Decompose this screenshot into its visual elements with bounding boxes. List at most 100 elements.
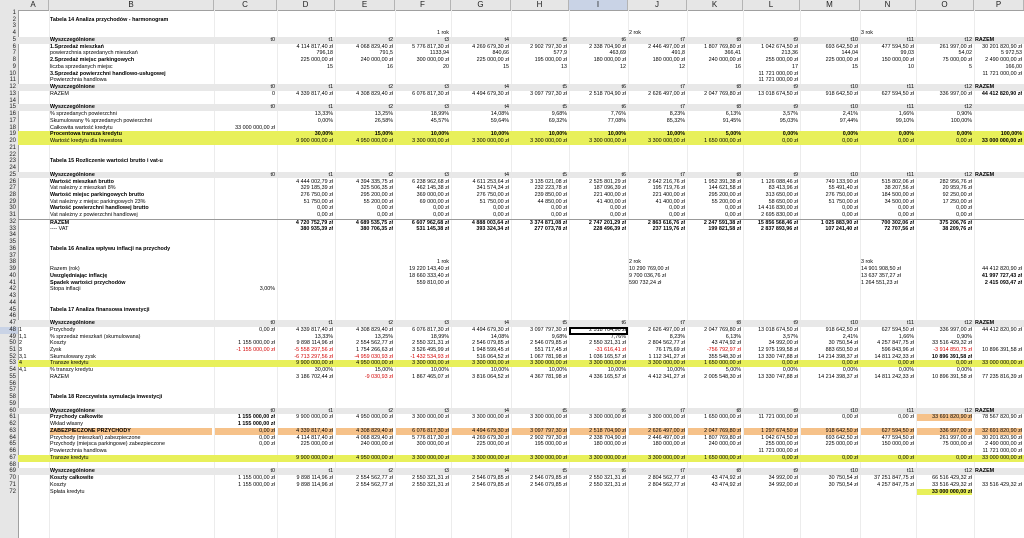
cell-c63[interactable]: 0,00 zł <box>215 427 275 435</box>
cell-e20[interactable]: 4 950 000,00 zł <box>336 138 393 145</box>
cell-f54[interactable]: 10,00% <box>396 367 449 374</box>
cell-i65[interactable]: 180 000,00 zł <box>570 441 626 448</box>
cell-p67[interactable]: 33 000 000,00 zł <box>975 455 1022 462</box>
cell-n55[interactable]: 14 811 242,33 zł <box>861 374 914 381</box>
cell-g60[interactable]: t4 <box>452 408 510 415</box>
cell-m33[interactable]: 107 241,40 zł <box>801 226 858 233</box>
cell-m49[interactable]: 2,41% <box>801 334 858 341</box>
cell-m31[interactable]: 0,00 zł <box>801 212 858 219</box>
cell-h6[interactable]: 2 902 797,30 zł <box>512 44 567 51</box>
cell-b54[interactable]: % transzy kredytu <box>50 367 212 374</box>
cell-h67[interactable]: 3 300 000,00 zł <box>512 455 567 462</box>
cell-e27[interactable]: 325 506,35 zł <box>336 185 393 192</box>
cell-j70[interactable]: 2 804 562,77 zł <box>629 475 685 482</box>
row-header-16[interactable]: 16 <box>0 111 18 118</box>
cell-e29[interactable]: 55 200,00 zł <box>336 199 393 206</box>
cell-k51[interactable]: -756 792,97 zł <box>688 347 741 354</box>
cell-j63[interactable]: 2 626 497,00 zł <box>629 427 685 435</box>
cell-i52[interactable]: 1 036 165,57 zł <box>570 354 626 361</box>
cell-g48[interactable]: 4 494 679,30 zł <box>452 327 509 334</box>
cell-b39[interactable]: Razem (rok) <box>50 266 212 273</box>
cell-p25[interactable]: RAZEM <box>975 172 1022 179</box>
cell-h70[interactable]: 2 546 079,85 zł <box>512 475 567 482</box>
cell-o61[interactable]: 33 691 820,90 zł <box>917 414 972 422</box>
cell-l19[interactable]: 0,00% <box>744 131 798 138</box>
cell-n49[interactable]: 1,66% <box>861 334 914 341</box>
cell-f65[interactable]: 300 000,00 zł <box>396 441 449 448</box>
cell-h69[interactable]: t5 <box>512 468 568 475</box>
cell-d20[interactable]: 9 900 000,00 zł <box>278 138 333 145</box>
cell-o65[interactable]: 75 000,00 zł <box>917 441 972 448</box>
cell-l51[interactable]: 12 975 199,58 zł <box>744 347 798 354</box>
cell-b7[interactable]: powierzchnia sprzedanych mieszkań <box>50 50 212 57</box>
cell-l27[interactable]: 83 413,96 zł <box>744 185 798 192</box>
cell-b58[interactable]: Tabela 18 Rzeczywista symulacja inwestyc… <box>50 394 212 401</box>
cell-c25[interactable]: t0 <box>215 172 276 179</box>
cell-k28[interactable]: 295 200,00 zł <box>688 192 741 199</box>
cell-b10[interactable]: 3.Sprzedaż powierzchni handlowo-usługowe… <box>50 71 212 78</box>
cell-b2[interactable]: Tabela 14 Analiza przychodów - harmonogr… <box>50 17 212 24</box>
cell-l11[interactable]: 11 721 000,00 zł <box>744 77 798 84</box>
cell-p13[interactable]: 44 412 820,90 zł <box>975 91 1022 98</box>
cell-c70[interactable]: 1 155 000,00 zł <box>215 475 275 482</box>
row-header-31[interactable]: 31 <box>0 212 18 219</box>
row-header-53[interactable]: 53 <box>0 360 18 367</box>
cell-l63[interactable]: 1 297 674,50 zł <box>744 427 798 435</box>
cell-g67[interactable]: 3 300 000,00 zł <box>452 455 509 462</box>
cell-f13[interactable]: 6 076 817,30 zł <box>396 91 449 98</box>
cell-p19[interactable]: 100,00% <box>975 131 1022 138</box>
cell-k54[interactable]: 5,00% <box>688 367 741 374</box>
cell-p20[interactable]: 33 000 000,00 zł <box>975 138 1022 145</box>
cell-m48[interactable]: 918 642,50 zł <box>801 327 858 334</box>
cell-n4[interactable]: 3 rok <box>861 30 914 37</box>
cell-h71[interactable]: 2 546 079,85 zł <box>512 482 567 489</box>
cell-b55[interactable]: RAZEM <box>50 374 212 381</box>
cell-c51[interactable]: -1 155 000,00 zł <box>215 347 275 354</box>
cell-h28[interactable]: 239 850,00 zł <box>512 192 567 199</box>
row-header-67[interactable]: 67 <box>0 455 18 462</box>
cell-i70[interactable]: 2 550 321,31 zł <box>570 475 626 482</box>
cell-g16[interactable]: 14,08% <box>452 111 509 118</box>
cell-b65[interactable]: Przychody (miejsca parkingowe) zabezpiec… <box>50 441 212 448</box>
cell-i29[interactable]: 41 400,00 zł <box>570 199 626 206</box>
row-header-60[interactable]: 60 <box>0 408 18 415</box>
cell-n15[interactable]: t11 <box>861 104 914 111</box>
cell-l5[interactable]: t9 <box>744 37 799 44</box>
cell-d48[interactable]: 4 339 817,40 zł <box>278 327 333 334</box>
cell-m16[interactable]: 2,41% <box>801 111 858 118</box>
cell-k63[interactable]: 2 047 769,80 zł <box>688 427 741 435</box>
cell-n51[interactable]: 596 843,96 zł <box>861 347 914 354</box>
row-header-72[interactable]: 72 <box>0 489 18 496</box>
cell-b52[interactable]: Skumulowany zysk <box>50 354 212 361</box>
cell-m67[interactable]: 0,00 zł <box>801 455 858 462</box>
cell-g27[interactable]: 341 574,34 zł <box>452 185 509 192</box>
cell-d70[interactable]: 9 898 114,96 zł <box>278 475 333 482</box>
cell-j38[interactable]: 2 rok <box>629 259 685 266</box>
cell-h27[interactable]: 232 223,78 zł <box>512 185 567 192</box>
cell-j55[interactable]: 4 412 341,27 zł <box>629 374 685 381</box>
cell-d7[interactable]: 796,18 <box>278 50 334 57</box>
cell-i13[interactable]: 2 518 704,90 zł <box>570 91 626 98</box>
cell-b29[interactable]: Vat należny z miejsc parkingowych 23% <box>50 199 212 206</box>
cell-c62[interactable]: 1 155 000,00 zł <box>215 421 275 428</box>
cell-o12[interactable]: t12 <box>917 84 973 91</box>
cell-n31[interactable]: 0,00 zł <box>861 212 914 219</box>
cell-b30[interactable]: Wartość powierzchni handlowej brutto <box>50 205 212 212</box>
cell-j29[interactable]: 41 400,00 zł <box>629 199 685 206</box>
cell-m54[interactable]: 0,00% <box>801 367 858 374</box>
cell-m5[interactable]: t10 <box>801 37 859 44</box>
cell-m30[interactable]: 0,00 zł <box>801 205 858 212</box>
cell-d19[interactable]: 30,00% <box>278 131 333 138</box>
row-header-1[interactable]: 1 <box>0 10 18 17</box>
cell-n71[interactable]: 4 257 847,75 zł <box>861 482 914 489</box>
cell-c48[interactable]: 0,00 zł <box>215 327 275 334</box>
cell-i6[interactable]: 2 338 704,90 zł <box>570 44 626 51</box>
cell-j50[interactable]: 2 804 562,77 zł <box>629 340 685 347</box>
cell-m9[interactable]: 15 <box>801 64 858 71</box>
cell-c18[interactable]: 33 000 000,00 zł <box>215 125 275 132</box>
cell-l66[interactable]: 11 721 000,00 zł <box>744 448 798 455</box>
cell-i50[interactable]: 2 550 321,31 zł <box>570 340 626 347</box>
cell-k61[interactable]: 1 650 000,00 zł <box>688 414 741 421</box>
cell-d54[interactable]: 30,00% <box>278 367 333 374</box>
cell-k53[interactable]: 1 650 000,00 zł <box>688 360 741 367</box>
